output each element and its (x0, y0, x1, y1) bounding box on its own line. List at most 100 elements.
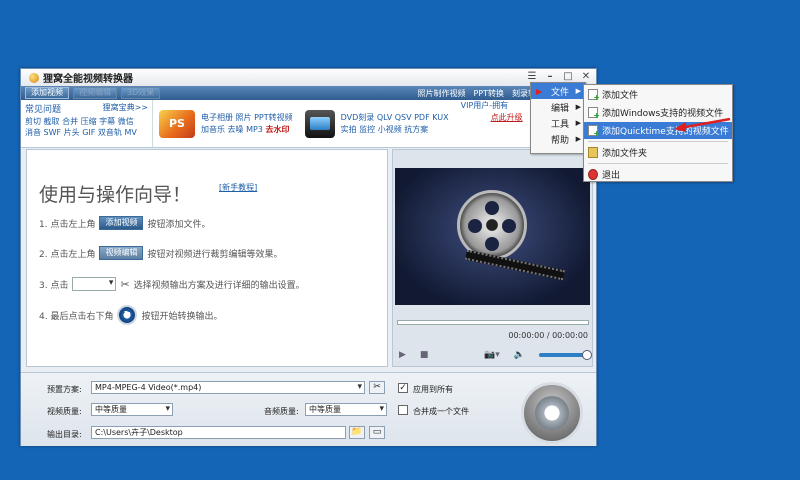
apply-all-checkbox[interactable]: ✓ (398, 383, 408, 393)
menu-label: 文件 (551, 87, 570, 98)
video-preview-screen (395, 168, 590, 305)
menu-item-file[interactable]: ▶ 文件 ▶ (531, 83, 585, 99)
convert-icon[interactable]: ↻ (117, 305, 138, 325)
guide-title: 使用与操作向导！ (39, 184, 192, 206)
convert-icon: ↻ (535, 396, 569, 430)
menu-separator (588, 141, 728, 142)
step-preset-dropdown[interactable] (72, 277, 117, 291)
preview-panel: 00:00:00 / 00:00:00 ▶ ■ 📷▾ 🔈 (392, 149, 593, 367)
exit-icon (588, 169, 598, 180)
promo-photo-line2: 加音乐 去噪 MP3 (201, 124, 263, 134)
menu-separator (588, 163, 728, 164)
tutorial-link[interactable]: [新手教程] (219, 182, 257, 193)
submenu-label: 退出 (602, 171, 621, 181)
promo-dvd-line2: 实拍 监控 小视频 抗方案 (340, 124, 429, 134)
file-submenu: 添加文件 添加Windows支持的视频文件 添加Quicktime支持的视频文件… (583, 84, 733, 182)
add-video-button[interactable]: 添加视频 (25, 87, 69, 99)
menu-item-help[interactable]: 帮助 ▶ (531, 131, 585, 147)
open-folder-icon[interactable]: ▭ (369, 426, 385, 439)
browse-folder-icon[interactable]: 📁 (349, 426, 365, 439)
video-quality-dropdown[interactable]: 中等质量 (91, 403, 173, 416)
vip-upgrade-link[interactable]: 点此升级 (461, 112, 523, 124)
stop-icon[interactable]: ■ (420, 350, 429, 360)
camera-icon[interactable]: 📷▾ (484, 350, 500, 360)
step-text: 3. 点击 (39, 280, 69, 291)
close-icon[interactable]: ✕ (580, 71, 592, 82)
window-controls: ☰ – □ ✕ (526, 71, 592, 82)
photo-to-video-link[interactable]: 照片制作视频 (417, 88, 465, 99)
wrench-icon[interactable]: ✂ (120, 278, 129, 291)
add-file-icon (588, 107, 600, 120)
promo-watermark-label: 去水印 (265, 124, 290, 134)
faq-links-row[interactable]: 剪切 截取 合并 压缩 字幕 微信 (25, 116, 148, 127)
submenu-add-file[interactable]: 添加文件 (584, 86, 732, 103)
vip-promo[interactable]: VIP用户-拥有 点此升级 (461, 100, 523, 147)
merge-checkbox[interactable] (398, 405, 408, 415)
step-text: 4. 最后点击右下角 (39, 311, 114, 322)
edit-video-button[interactable]: 视频编辑 (73, 87, 117, 99)
promo-dvd-burn[interactable]: DVD刻录 QLV QSV PDF KUX 实拍 监控 小视频 抗方案 (299, 100, 455, 147)
output-path-field[interactable]: C:\Users\卉子\Desktop (91, 426, 346, 439)
audio-quality-dropdown[interactable]: 中等质量 (305, 403, 387, 416)
folder-icon (588, 147, 598, 158)
menu-icon[interactable]: ☰ (526, 71, 538, 82)
step-text: 2. 点击左上角 (39, 249, 96, 260)
promo-dvd-line1: DVD刻录 QLV QSV PDF KUX (340, 112, 449, 122)
red-annotation-arrow (674, 118, 731, 132)
promo-photo-line1: 电子相册 照片 PPT转视频 (201, 112, 293, 122)
step-edit-video-button[interactable]: 视频编辑 (99, 246, 144, 260)
merge-label: 合并成一个文件 (413, 407, 469, 416)
menu-item-edit[interactable]: 编辑 ▶ (531, 99, 585, 115)
app-logo-icon (29, 72, 39, 83)
minimize-icon[interactable]: – (544, 71, 556, 82)
add-file-icon (588, 89, 600, 102)
audio-quality-label: 音频质量: (264, 407, 299, 416)
step-text: 按钮对视频进行裁剪编辑等效果。 (147, 249, 283, 260)
volume-slider[interactable] (539, 350, 592, 360)
submenu-label: 添加文件夹 (602, 149, 648, 159)
step-add-video-button[interactable]: 添加视频 (99, 216, 144, 230)
window-title: 狸窝全能视频转换器 (43, 74, 133, 85)
output-label: 输出目录: (47, 430, 82, 439)
start-convert-button[interactable]: ↻ (521, 382, 583, 444)
submenu-add-folder[interactable]: 添加文件夹 (584, 144, 732, 161)
faq-panel: 常见问题 狸窝宝典>> 剪切 截取 合并 压缩 字幕 微信 消音 SWF 片头 … (21, 100, 153, 147)
step-text: 选择视频输出方案及进行详细的输出设置。 (133, 280, 305, 291)
add-file-icon (588, 125, 600, 138)
step-text: 1. 点击左上角 (39, 219, 96, 230)
time-readout: 00:00:00 / 00:00:00 (508, 331, 588, 340)
submenu-exit[interactable]: 退出 (584, 166, 732, 183)
preset-settings-icon[interactable]: ✂ (369, 381, 385, 394)
menu-label: 工具 (551, 119, 570, 130)
red-dot-icon: ▶ (536, 86, 543, 96)
maximize-icon[interactable]: □ (562, 71, 574, 82)
settings-panel: 预置方案: MP4-MPEG-4 Video(*.mp4) ✂ ✓ 应用到所有 … (21, 372, 596, 446)
toolbar: 添加视频 视频编辑 3D效果 照片制作视频 PPT转换 刻录软 (21, 86, 596, 100)
film-strip-icon (465, 249, 565, 281)
preset-label: 预置方案: (47, 385, 82, 394)
ppt-convert-link[interactable]: PPT转换 (473, 88, 504, 99)
guide-panel: 使用与操作向导！ [新手教程] 1. 点击左上角 添加视频 按钮添加文件。 2.… (26, 149, 388, 367)
main-menu: ▶ 文件 ▶ 编辑 ▶ 工具 ▶ 帮助 ▶ (530, 82, 586, 154)
faq-more-link[interactable]: 狸窝宝典>> (103, 102, 148, 115)
preset-dropdown[interactable]: MP4-MPEG-4 Video(*.mp4) (91, 381, 365, 394)
guide-step-1: 1. 点击左上角 添加视频 按钮添加文件。 (39, 216, 210, 230)
3d-effects-button[interactable]: 3D效果 (121, 87, 161, 99)
menu-item-tools[interactable]: 工具 ▶ (531, 115, 585, 131)
faq-title: 常见问题 (25, 105, 62, 115)
promo-photo-album[interactable]: PS 电子相册 照片 PPT转视频 加音乐 去噪 MP3 去水印 (153, 100, 299, 147)
photo-album-icon: PS (159, 109, 195, 138)
apply-all-label: 应用到所有 (413, 385, 453, 394)
promo-bar: 常见问题 狸窝宝典>> 剪切 截取 合并 压缩 字幕 微信 消音 SWF 片头 … (21, 100, 596, 148)
speaker-icon[interactable]: 🔈 (514, 350, 525, 360)
guide-step-3: 3. 点击 ✂ 选择视频输出方案及进行详细的输出设置。 (39, 277, 305, 291)
step-text: 按钮添加文件。 (147, 219, 211, 230)
step-text: 按钮开始转换输出。 (141, 311, 223, 322)
menu-label: 编辑 (551, 103, 570, 114)
app-window: 狸窝全能视频转换器 ☰ – □ ✕ 添加视频 视频编辑 3D效果 照片制作视频 … (20, 68, 597, 446)
player-controls: ▶ ■ 📷▾ 🔈 (399, 350, 592, 360)
phone-video-icon (304, 109, 335, 138)
seek-bar[interactable] (397, 320, 589, 325)
faq-links-row[interactable]: 消音 SWF 片头 GIF 双音轨 MV (25, 127, 148, 138)
play-icon[interactable]: ▶ (399, 350, 406, 360)
